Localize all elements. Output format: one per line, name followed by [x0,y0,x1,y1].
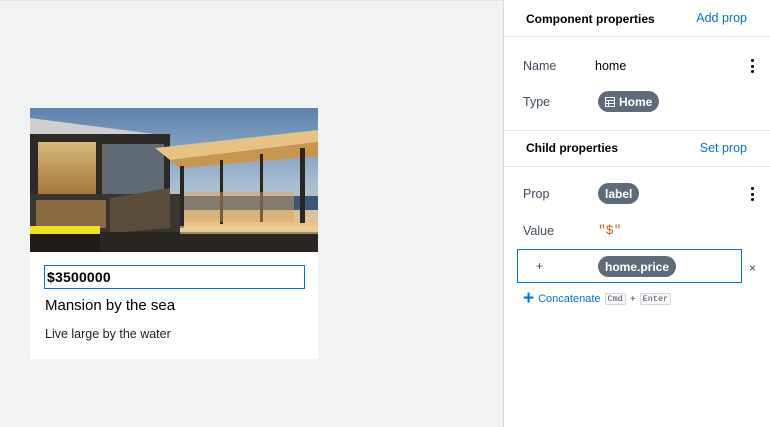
set-prop-button[interactable]: Set prop [700,141,747,155]
card-title: Mansion by the sea [45,297,176,314]
component-more-options-icon[interactable] [750,59,754,73]
concatenation-field[interactable]: + home.price [517,249,742,283]
prop-pill[interactable]: label [598,183,640,204]
table-icon [605,96,615,107]
price-text-field[interactable]: $3500000 [44,265,305,289]
type-label: Type [523,95,551,109]
shortcut-enter-key: Enter [639,293,672,305]
plus-icon: + [523,288,535,309]
add-prop-button[interactable]: Add prop [696,11,747,25]
prop-label: Prop [523,187,550,201]
name-value: home [595,59,627,73]
type-pill[interactable]: Home [598,91,660,112]
concat-value-pill[interactable]: home.price [598,256,677,277]
shortcut-separator: + [629,293,636,305]
name-label: Name [523,59,557,73]
canvas-area: $3500000 Mansion by the sea Live large b… [0,0,503,427]
component-properties-header: Component properties Add prop [504,0,770,37]
value-literal[interactable]: "$" [598,223,621,238]
price-label: $3500000 [47,269,111,285]
shortcut-cmd-key: Cmd [604,293,626,305]
card-description: Live large by the water [45,327,171,341]
home-card[interactable]: $3500000 Mansion by the sea Live large b… [30,108,318,359]
child-more-options-icon[interactable] [750,187,754,201]
close-icon[interactable]: × [749,261,756,275]
component-properties-title: Component properties [526,12,655,26]
prop-value: label [605,186,633,201]
child-properties-header: Child properties Set prop [504,130,770,167]
properties-panel: Component properties Add prop Name home … [503,0,770,427]
concatenate-label: Concatenate [538,293,601,305]
concatenate-button[interactable]: + Concatenate Cmd + Enter [523,288,672,309]
house-image [30,108,318,252]
concat-operator: + [536,259,544,273]
value-label: Value [523,224,555,238]
concat-value: home.price [605,259,670,274]
type-value: Home [619,94,653,109]
child-properties-title: Child properties [526,141,619,155]
